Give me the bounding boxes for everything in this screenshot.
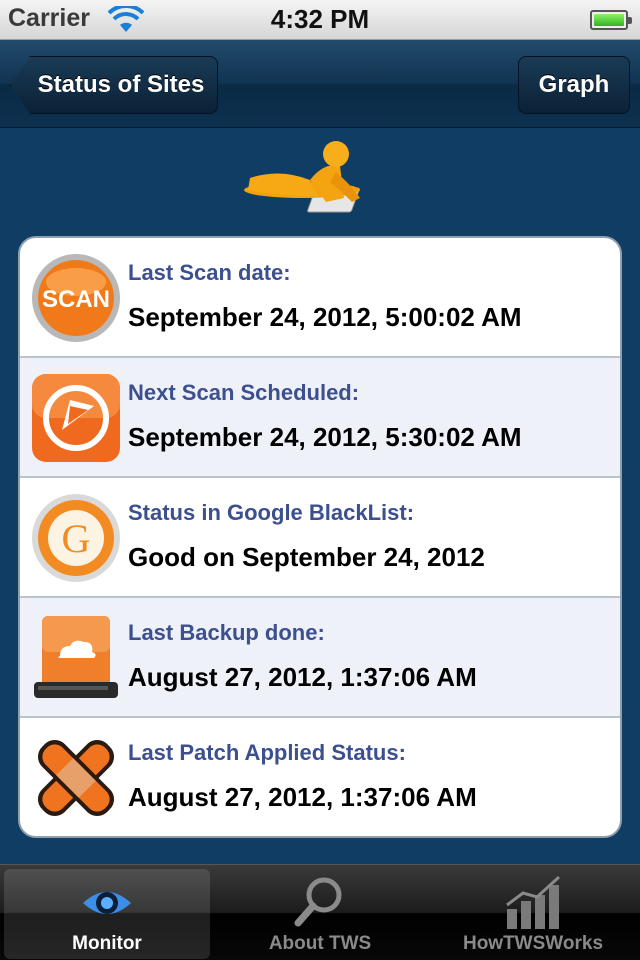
graph-button[interactable]: Graph <box>518 56 630 114</box>
eye-icon <box>83 892 131 914</box>
list-item-last-patch[interactable]: Last Patch Applied Status: August 27, 20… <box>20 718 620 836</box>
tab-label: HowTWSWorks <box>462 933 604 954</box>
item-label: Last Patch Applied Status: <box>128 740 406 765</box>
magnifier-icon <box>294 877 342 927</box>
list-item-next-scan[interactable]: Next Scan Scheduled: September 24, 2012,… <box>20 358 620 478</box>
item-label: Status in Google BlackList: <box>128 500 415 525</box>
scan-icon: SCAN <box>32 254 120 342</box>
battery-icon <box>590 10 632 30</box>
status-time: 4:32 PM <box>270 4 370 34</box>
item-value: Good on September 24, 2012 <box>128 542 485 572</box>
tab-about-tws[interactable]: About TWS <box>217 869 423 959</box>
tab-bar: Monitor About TWS HowTWSWorks <box>0 864 640 960</box>
item-label: Last Backup done: <box>128 620 325 645</box>
item-value: August 27, 2012, 1:37:06 AM <box>128 782 477 812</box>
tab-monitor[interactable]: Monitor <box>4 869 210 959</box>
patch-bandage-icon <box>37 739 115 817</box>
back-button[interactable]: Status of Sites <box>10 56 218 114</box>
status-list: SCAN Last Scan date: September 24, 2012,… <box>18 236 622 838</box>
svg-text:G: G <box>62 516 91 561</box>
svg-text:SCAN: SCAN <box>42 286 110 313</box>
item-label: Next Scan Scheduled: <box>128 380 360 405</box>
tab-label: About TWS <box>268 933 372 954</box>
mascot-laptop-illustration <box>244 141 360 213</box>
bar-chart-icon <box>506 875 561 929</box>
google-icon: G <box>32 494 120 582</box>
list-item-google-blacklist[interactable]: G Status in Google BlackList: Good on Se… <box>20 478 620 598</box>
schedule-icon <box>32 374 120 462</box>
status-bar: Carrier 4:32 PM <box>0 0 640 40</box>
item-value: September 24, 2012, 5:30:02 AM <box>128 422 522 452</box>
item-label: Last Scan date: <box>128 260 291 285</box>
backup-drive-icon <box>34 616 118 698</box>
item-value: September 24, 2012, 5:00:02 AM <box>128 302 522 332</box>
tab-how-tws-works[interactable]: HowTWSWorks <box>430 869 636 959</box>
tab-label: Monitor <box>72 933 142 954</box>
list-item-last-backup[interactable]: Last Backup done: August 27, 2012, 1:37:… <box>20 598 620 718</box>
item-value: August 27, 2012, 1:37:06 AM <box>128 662 477 692</box>
list-item-last-scan[interactable]: SCAN Last Scan date: September 24, 2012,… <box>20 238 620 358</box>
navigation-bar: Status of Sites Graph <box>0 40 640 128</box>
